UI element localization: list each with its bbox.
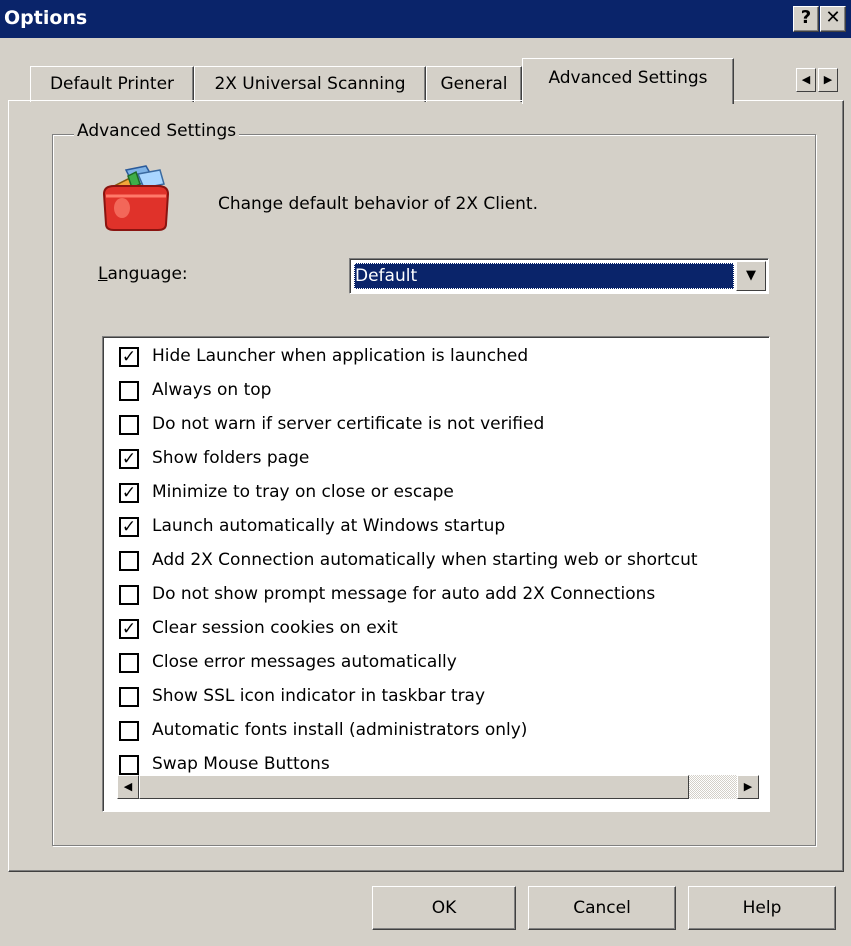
cancel-button[interactable]: Cancel [528,886,676,930]
option-checkbox[interactable] [119,687,139,707]
tab-scroll-right-button[interactable]: ▶ [818,68,838,92]
close-title-button[interactable]: ✕ [820,6,846,32]
option-checkbox[interactable] [119,653,139,673]
toolbox-icon [100,164,172,232]
option-checkbox[interactable]: ✓ [119,517,139,537]
chevron-down-icon[interactable]: ▼ [736,261,766,291]
scroll-track[interactable] [689,775,737,799]
option-checkbox[interactable] [119,551,139,571]
option-label: Hide Launcher when application is launch… [152,346,529,366]
language-label: Language: [98,264,188,284]
option-label: Always on top [152,380,272,400]
tab-scroll-left-button[interactable]: ◀ [796,68,816,92]
scroll-thumb[interactable] [139,775,689,799]
option-checkbox[interactable]: ✓ [119,347,139,367]
option-label: Automatic fonts install (administrators … [152,720,528,740]
language-selected-value[interactable]: Default [354,263,734,289]
option-checkbox[interactable]: ✓ [119,449,139,469]
option-label: Close error messages automatically [152,652,457,672]
horizontal-scrollbar[interactable]: ◀ ▶ [117,775,759,799]
option-label: Clear session cookies on exit [152,618,398,638]
ok-button[interactable]: OK [372,886,516,930]
option-label: Swap Mouse Buttons [152,754,330,774]
tab-default-printer[interactable]: Default Printer [30,66,194,102]
scroll-right-button[interactable]: ▶ [737,775,759,799]
option-label: Show folders page [152,448,310,468]
help-title-button[interactable]: ? [793,6,819,32]
group-title: Advanced Settings [74,121,240,141]
option-label: Add 2X Connection automatically when sta… [152,550,698,570]
scroll-left-button[interactable]: ◀ [117,775,139,799]
option-label: Show SSL icon indicator in taskbar tray [152,686,486,706]
option-label: Launch automatically at Windows startup [152,516,506,536]
option-checkbox[interactable] [119,755,139,775]
option-label: Do not show prompt message for auto add … [152,584,656,604]
window-title: Options [4,7,88,29]
option-checkbox[interactable]: ✓ [119,619,139,639]
help-button[interactable]: Help [688,886,836,930]
language-dropdown[interactable]: Default ▼ [349,258,769,294]
description-text: Change default behavior of 2X Client. [218,194,539,214]
option-checkbox[interactable] [119,721,139,741]
option-label: Minimize to tray on close or escape [152,482,454,502]
tab-2x-universal-scanning[interactable]: 2X Universal Scanning [194,66,426,102]
option-checkbox[interactable]: ✓ [119,483,139,503]
option-label: Do not warn if server certificate is not… [152,414,545,434]
option-checkbox[interactable] [119,585,139,605]
title-bar[interactable] [0,0,851,38]
options-checklist[interactable]: ✓ Hide Launcher when application is launc… [102,336,770,812]
tab-general[interactable]: General [426,66,522,102]
option-checkbox[interactable] [119,381,139,401]
language-label-rest: anguage: [107,264,188,284]
tab-advanced-settings[interactable]: Advanced Settings [522,58,734,104]
option-checkbox[interactable] [119,415,139,435]
